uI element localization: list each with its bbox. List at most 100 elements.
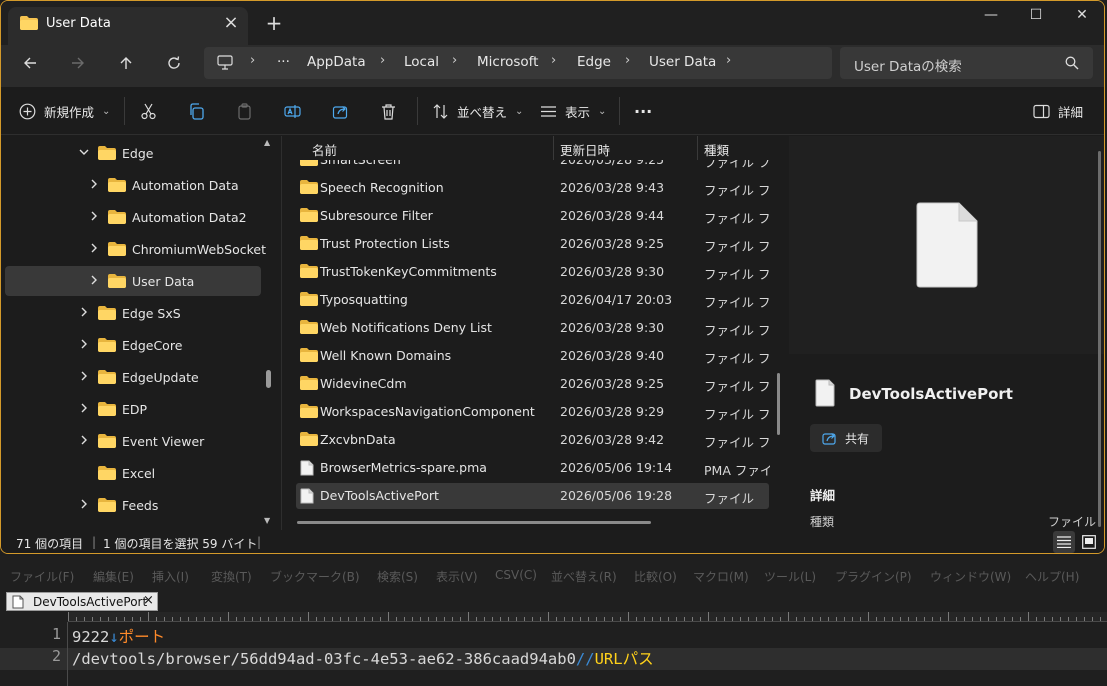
nav-item[interactable]: User Data	[5, 266, 261, 296]
nav-item[interactable]: Automation Data	[5, 170, 261, 200]
chevron-right-icon[interactable]	[77, 401, 91, 415]
menu-item[interactable]: ツール(L)	[764, 568, 816, 585]
close-button[interactable]: ✕	[1059, 1, 1104, 31]
tiles-view-button[interactable]	[1078, 531, 1100, 553]
file-row[interactable]: Subresource Filter 2026/03/28 9:44 ファイル フォ…	[296, 203, 770, 229]
nav-item[interactable]: Feeds	[5, 490, 261, 520]
search-input[interactable]: User Dataの検索	[840, 47, 1093, 79]
file-row[interactable]: TrustTokenKeyCommitments 2026/03/28 9:30 フ…	[296, 259, 770, 285]
chevron-right-icon[interactable]	[77, 369, 91, 383]
menu-item[interactable]: マクロ(M)	[693, 568, 749, 585]
nav-item[interactable]: EdgeCore	[5, 330, 261, 360]
file-row[interactable]: BrowserMetrics-spare.pma 2026/05/06 19:14…	[296, 455, 770, 481]
nav-item[interactable]: Automation Data2	[5, 202, 261, 232]
breadcrumb-overflow[interactable]: ···	[277, 54, 290, 70]
up-button[interactable]	[111, 51, 141, 81]
new-tab-button[interactable]: +	[262, 11, 286, 35]
view-button[interactable]: 表示 ⌄	[540, 97, 606, 125]
text-line[interactable]: 9222↓ポート	[72, 625, 165, 647]
chevron-right-icon[interactable]	[87, 209, 101, 223]
menu-item[interactable]: 表示(V)	[436, 568, 478, 585]
scroll-up-icon[interactable]: ▲	[264, 138, 270, 147]
minimize-button[interactable]: —	[968, 1, 1014, 31]
nav-item[interactable]: Feeds Cache	[5, 522, 261, 530]
file-row[interactable]: WorkspacesNavigationComponent 2026/03/28 …	[296, 399, 770, 425]
share-button[interactable]: 共有	[810, 424, 882, 452]
chevron-down-icon[interactable]	[77, 145, 91, 159]
chevron-right-icon[interactable]	[87, 273, 101, 287]
tab-user-data[interactable]: User Data ×	[8, 7, 248, 45]
nav-scrollbar[interactable]: ▲ ▼	[263, 136, 275, 530]
file-row[interactable]: DevToolsActivePort 2026/05/06 19:28 ファイル	[296, 483, 769, 509]
column-type[interactable]: 種類	[704, 140, 729, 159]
file-row[interactable]: ZxcvbnData 2026/03/28 9:42 ファイル フォルダー	[296, 427, 770, 453]
delete-button[interactable]	[380, 97, 397, 125]
nav-item[interactable]: Event Viewer	[5, 426, 261, 456]
chevron-right-icon[interactable]	[77, 337, 91, 351]
nav-item[interactable]: EDP	[5, 394, 261, 424]
breadcrumb-user-data[interactable]: User Data	[649, 54, 716, 70]
column-separator[interactable]	[697, 136, 698, 160]
editor-tab[interactable]: DevToolsActivePort ×	[6, 592, 158, 611]
rename-button[interactable]	[284, 97, 301, 125]
address-field[interactable]: › ··· AppData › Local › Microsoft › Edge…	[204, 47, 832, 79]
menu-item[interactable]: プラグイン(P)	[835, 568, 912, 585]
chevron-right-icon[interactable]	[87, 241, 101, 255]
menu-item[interactable]: CSV(C)	[495, 568, 537, 582]
chevron-right-icon[interactable]	[77, 433, 91, 447]
nav-item[interactable]: Edge	[5, 138, 261, 168]
column-name[interactable]: 名前	[312, 140, 337, 159]
file-list[interactable]: 名前 ⌃ 更新日時 種類 SmartScreen2026/03/28 9:25フ…	[282, 136, 788, 530]
forward-button[interactable]	[63, 51, 93, 81]
copy-button[interactable]	[188, 97, 205, 125]
breadcrumb-local[interactable]: Local	[404, 54, 439, 70]
breadcrumb-microsoft[interactable]: Microsoft	[477, 54, 538, 70]
scroll-thumb[interactable]	[266, 370, 271, 388]
paste-button[interactable]	[236, 97, 253, 125]
menu-item[interactable]: 検索(S)	[377, 568, 418, 585]
nav-item[interactable]: Edge SxS	[5, 298, 261, 328]
scroll-down-icon[interactable]: ▼	[264, 516, 270, 525]
new-button[interactable]: 新規作成 ⌄	[19, 97, 110, 125]
chevron-right-icon[interactable]	[87, 177, 101, 191]
menu-item[interactable]: 並べ替え(R)	[551, 568, 617, 585]
menu-item[interactable]: 変換(T)	[211, 568, 252, 585]
column-separator[interactable]	[553, 136, 554, 160]
file-row[interactable]: Web Notifications Deny List 2026/03/28 9:…	[296, 315, 770, 341]
menu-item[interactable]: ファイル(F)	[10, 568, 74, 585]
file-row[interactable]: Speech Recognition 2026/03/28 9:43 ファイル フォ…	[296, 175, 770, 201]
text-area[interactable]: 1 2 9222↓ポート /devtools/browser/56dd94ad-…	[0, 622, 1107, 686]
nav-item[interactable]: EdgeUpdate	[5, 362, 261, 392]
more-options-button[interactable]: ···	[634, 97, 652, 125]
menu-item[interactable]: 比較(O)	[634, 568, 677, 585]
share-button[interactable]	[332, 97, 349, 125]
file-list-scrollbar[interactable]	[777, 373, 780, 435]
menu-item[interactable]: ブックマーク(B)	[270, 568, 360, 585]
breadcrumb-edge[interactable]: Edge	[577, 54, 611, 70]
sort-button[interactable]: 並べ替え ⌄	[432, 97, 523, 125]
chevron-right-icon[interactable]	[77, 497, 91, 511]
chevron-right-icon[interactable]	[77, 305, 91, 319]
menu-item[interactable]: ウィンドウ(W)	[930, 568, 1011, 585]
file-row[interactable]: Trust Protection Lists 2026/03/28 9:25 ファイ…	[296, 231, 770, 257]
navigation-pane[interactable]: Edge Automation Data Automation Data2 Chrom…	[1, 136, 280, 530]
menu-item[interactable]: ヘルプ(H)	[1025, 568, 1079, 585]
details-pane-button[interactable]: 詳細	[1033, 97, 1083, 125]
menu-item[interactable]: 挿入(I)	[152, 568, 189, 585]
tab-close-icon[interactable]: ×	[220, 12, 242, 34]
tab-close-icon[interactable]: ×	[143, 593, 154, 608]
text-line[interactable]: /devtools/browser/56dd94ad-03fc-4e53-ae6…	[72, 647, 654, 669]
file-row[interactable]: Typosquatting 2026/04/17 20:03 ファイル フォルダー	[296, 287, 770, 313]
menu-item[interactable]: 編集(E)	[93, 568, 134, 585]
maximize-button[interactable]: ☐	[1013, 1, 1059, 31]
nav-item[interactable]: Excel	[5, 458, 261, 488]
file-row[interactable]: Well Known Domains 2026/03/28 9:40 ファイル フォ…	[296, 343, 770, 369]
column-date[interactable]: 更新日時	[560, 140, 610, 159]
cut-button[interactable]	[140, 97, 157, 125]
breadcrumb-appdata[interactable]: AppData	[307, 54, 366, 70]
details-view-button[interactable]	[1053, 531, 1075, 553]
details-scrollbar[interactable]	[1098, 151, 1101, 527]
back-button[interactable]	[15, 51, 45, 81]
horizontal-scrollbar[interactable]	[297, 521, 651, 524]
nav-item[interactable]: ChromiumWebSocket	[5, 234, 266, 264]
